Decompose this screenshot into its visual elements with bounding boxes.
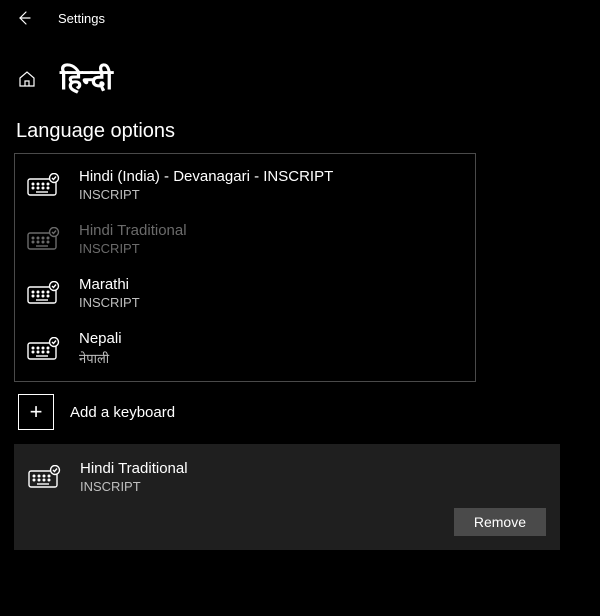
selected-keyboard-panel: Hindi Traditional INSCRIPT Remove — [14, 444, 560, 550]
plus-icon: + — [18, 394, 54, 430]
keyboard-item[interactable]: Nepali नेपाली — [15, 320, 475, 377]
keyboard-icon — [27, 227, 61, 251]
keyboard-sub: INSCRIPT — [79, 241, 187, 256]
keyboard-sub: INSCRIPT — [79, 187, 333, 202]
keyboard-item: Hindi Traditional INSCRIPT — [15, 212, 475, 266]
add-keyboard-button[interactable]: + Add a keyboard — [14, 382, 476, 442]
keyboard-list: Hindi (India) - Devanagari - INSCRIPT IN… — [14, 153, 476, 382]
page-title: हिन्दी — [60, 60, 113, 98]
keyboard-sub: INSCRIPT — [80, 479, 188, 494]
add-keyboard-label: Add a keyboard — [70, 404, 175, 421]
keyboard-icon — [27, 173, 61, 197]
back-icon[interactable] — [16, 10, 32, 26]
home-icon[interactable] — [18, 70, 36, 88]
keyboard-icon — [27, 281, 61, 305]
keyboard-item[interactable]: Marathi INSCRIPT — [15, 266, 475, 320]
keyboard-name: Nepali — [79, 330, 122, 347]
keyboard-name: Hindi (India) - Devanagari - INSCRIPT — [79, 168, 333, 185]
keyboard-sub: INSCRIPT — [79, 295, 140, 310]
keyboard-name: Hindi Traditional — [79, 222, 187, 239]
keyboard-name: Marathi — [79, 276, 140, 293]
keyboard-icon — [27, 337, 61, 361]
keyboard-item[interactable]: Hindi (India) - Devanagari - INSCRIPT IN… — [15, 158, 475, 212]
keyboard-name: Hindi Traditional — [80, 460, 188, 477]
remove-button[interactable]: Remove — [454, 508, 546, 536]
keyboard-icon — [28, 465, 62, 489]
keyboard-sub: नेपाली — [79, 349, 122, 367]
keyboard-item-selected[interactable]: Hindi Traditional INSCRIPT — [28, 456, 546, 508]
section-heading: Language options — [14, 120, 588, 143]
settings-title: Settings — [58, 11, 105, 26]
